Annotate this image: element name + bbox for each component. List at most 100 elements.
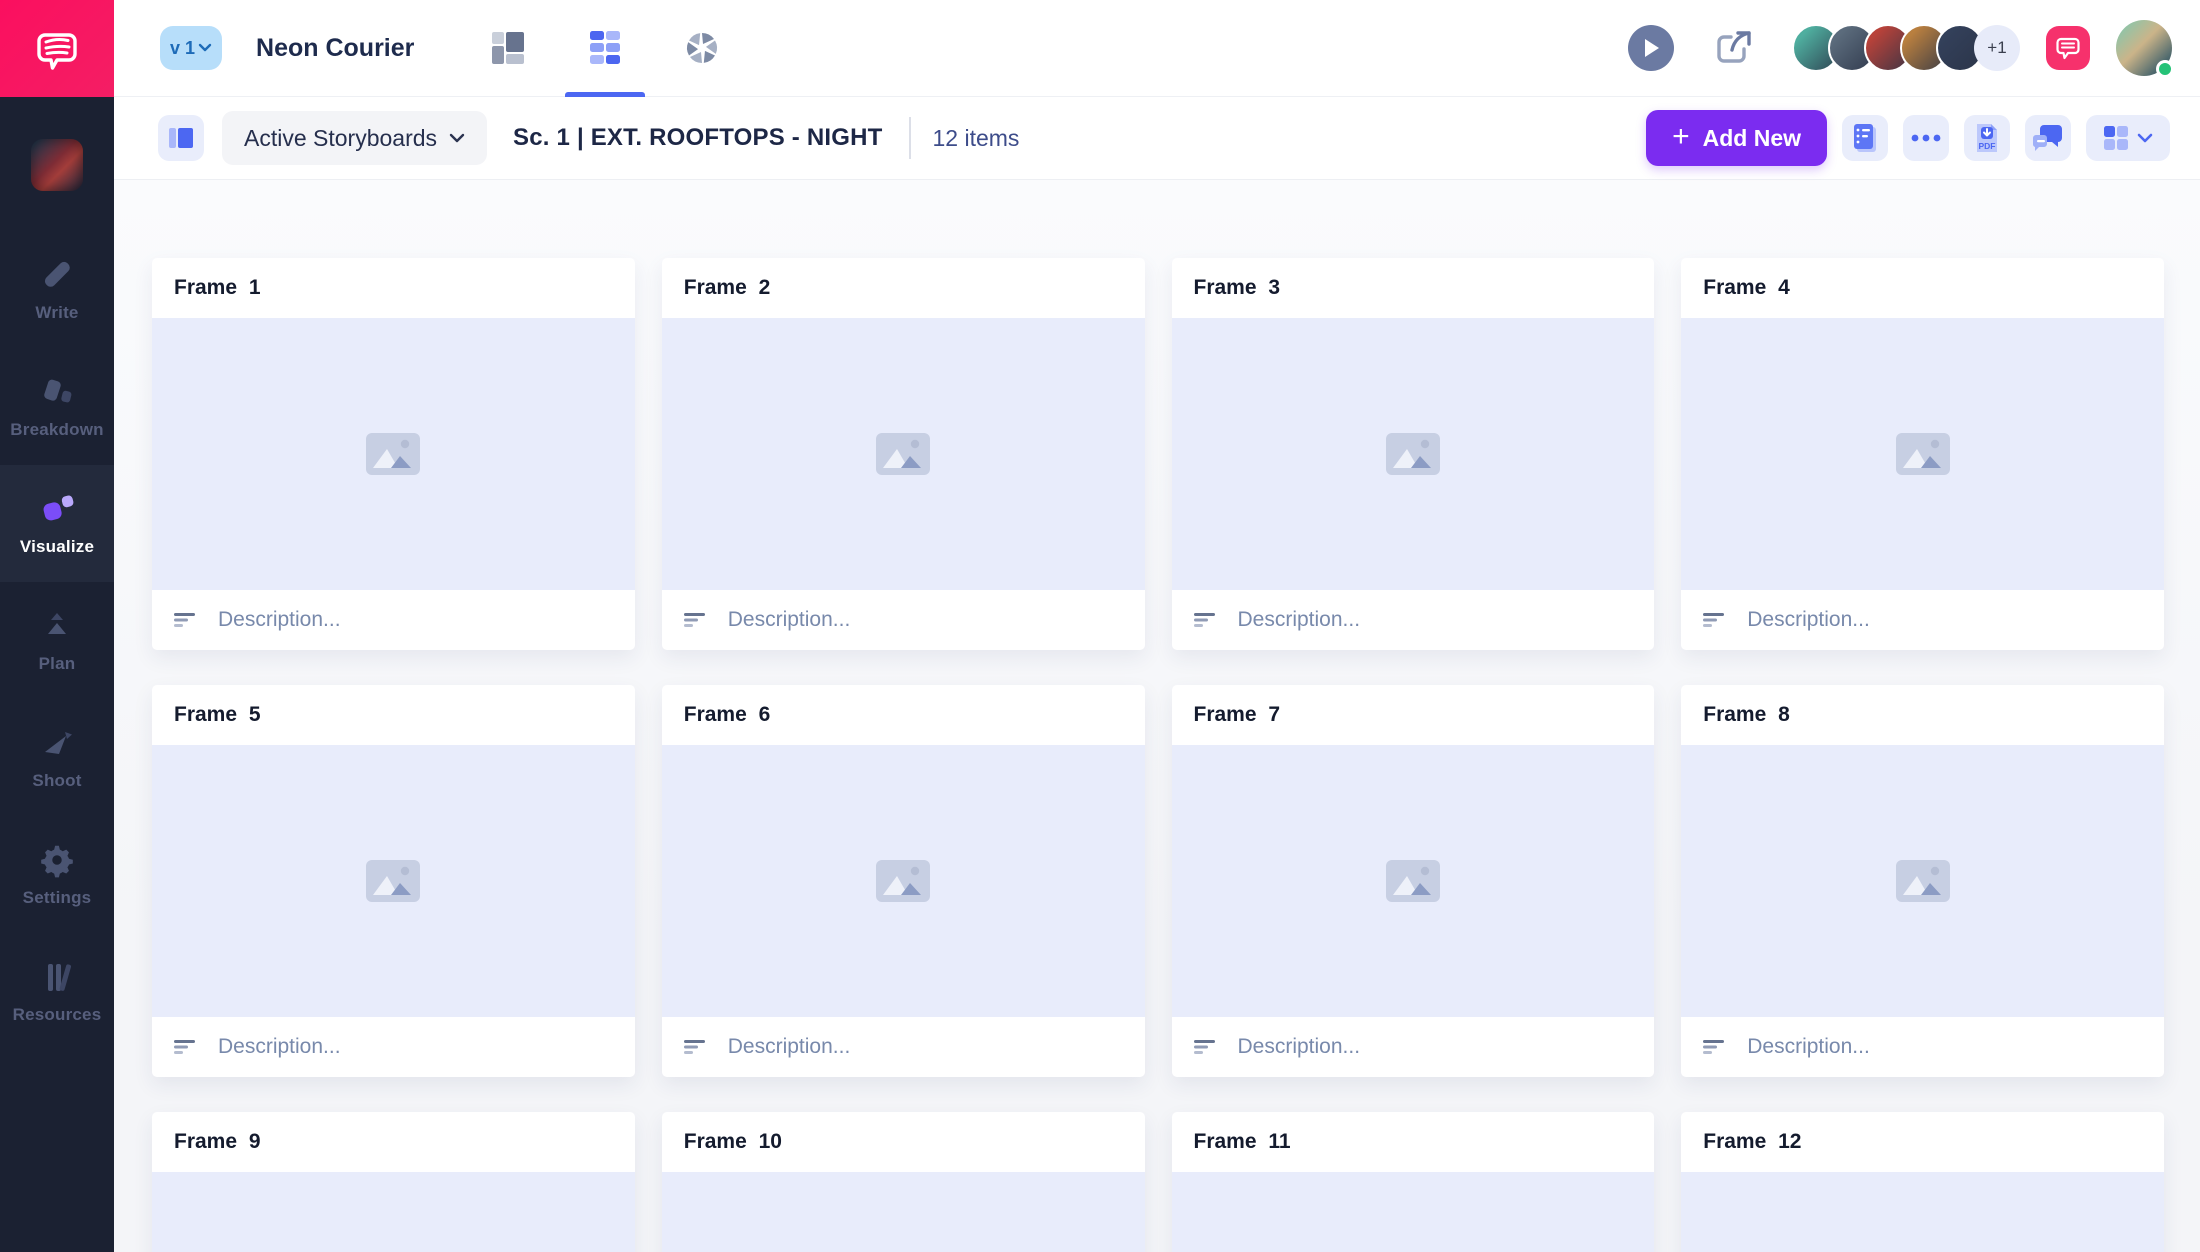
online-status-dot xyxy=(2156,60,2174,78)
frame-image-dropzone[interactable] xyxy=(152,745,635,1017)
items-count: 12 items xyxy=(933,125,1020,152)
toggle-panel-button[interactable] xyxy=(158,115,204,161)
shoot-icon xyxy=(39,725,75,761)
image-placeholder-icon xyxy=(1385,432,1441,476)
frame-image-dropzone[interactable] xyxy=(152,1172,635,1252)
frame-description-input[interactable] xyxy=(1745,607,2142,633)
notebook-list-icon xyxy=(1850,122,1880,154)
share-button[interactable] xyxy=(1712,26,1756,70)
frame-card-header: Frame 6 xyxy=(662,685,1145,745)
description-lines-icon xyxy=(1703,1039,1727,1055)
frame-image-dropzone[interactable] xyxy=(1681,1172,2164,1252)
view-switcher xyxy=(468,0,759,97)
frame-image-dropzone[interactable] xyxy=(662,745,1145,1017)
sidebar-nav: Write Breakdown Visualize Plan xyxy=(0,231,114,1050)
sidebar-item-label: Write xyxy=(35,303,78,323)
chevron-down-icon xyxy=(2137,133,2153,144)
notes-list-button[interactable] xyxy=(1842,115,1888,161)
add-new-button[interactable]: + Add New xyxy=(1646,110,1827,166)
frame-title: Frame 9 xyxy=(174,1130,261,1154)
frame-image-dropzone[interactable] xyxy=(152,318,635,590)
frame-image-dropzone[interactable] xyxy=(1681,745,2164,1017)
frame-image-dropzone[interactable] xyxy=(1681,318,2164,590)
project-thumbnail[interactable] xyxy=(31,139,83,191)
share-icon xyxy=(1713,27,1755,69)
frame-title: Frame 7 xyxy=(1194,703,1281,727)
sidebar-item-label: Plan xyxy=(39,654,76,674)
sidebar-item-label: Breakdown xyxy=(10,420,103,440)
frame-description-input[interactable] xyxy=(216,607,613,633)
sidebar-item-breakdown[interactable]: Breakdown xyxy=(0,348,114,465)
frame-title: Frame 12 xyxy=(1703,1130,1801,1154)
sidebar-item-shoot[interactable]: Shoot xyxy=(0,699,114,816)
storyboard-frame-card: Frame 1 xyxy=(152,258,635,650)
tab-shutter-view[interactable] xyxy=(662,0,742,97)
comments-button[interactable] xyxy=(2025,115,2071,161)
frame-description-input[interactable] xyxy=(1745,1034,2142,1060)
play-icon xyxy=(1641,37,1661,59)
layout-collage-icon xyxy=(490,30,526,66)
frame-description-row xyxy=(1681,1017,2164,1077)
avatar-overflow-badge[interactable]: +1 xyxy=(1974,25,2020,71)
frame-description-input[interactable] xyxy=(1236,607,1633,633)
header-right-actions: +1 xyxy=(1628,20,2172,76)
project-title: Neon Courier xyxy=(256,34,414,63)
tab-grid-view[interactable] xyxy=(565,0,645,97)
toolbar-divider xyxy=(909,117,911,159)
storyboard-content: Frame 1 Frame 2 xyxy=(114,180,2200,1252)
frame-description-input[interactable] xyxy=(216,1034,613,1060)
more-options-button[interactable] xyxy=(1903,115,1949,161)
sidebar-item-write[interactable]: Write xyxy=(0,231,114,348)
frame-card-header: Frame 7 xyxy=(1172,685,1655,745)
frame-image-dropzone[interactable] xyxy=(662,318,1145,590)
frame-description-input[interactable] xyxy=(1236,1034,1633,1060)
sidebar-item-label: Shoot xyxy=(32,771,81,791)
tab-board-layout-view[interactable] xyxy=(468,0,548,97)
sidebar-item-settings[interactable]: Settings xyxy=(0,816,114,933)
plan-icon xyxy=(39,608,75,644)
sidebar-item-resources[interactable]: Resources xyxy=(0,933,114,1050)
image-placeholder-icon xyxy=(1385,859,1441,903)
frame-card-header: Frame 12 xyxy=(1681,1112,2164,1172)
image-placeholder-icon xyxy=(365,432,421,476)
frame-title: Frame 1 xyxy=(174,276,261,300)
frame-image-dropzone[interactable] xyxy=(1172,1172,1655,1252)
frame-description-row xyxy=(152,1017,635,1077)
collaborator-avatars xyxy=(1792,24,1984,72)
frame-description-input[interactable] xyxy=(726,607,1123,633)
frame-title: Frame 10 xyxy=(684,1130,782,1154)
app-logo[interactable] xyxy=(0,0,114,97)
frame-title: Frame 8 xyxy=(1703,703,1790,727)
header: v 1 Neon Courier xyxy=(114,0,2200,97)
version-selector[interactable]: v 1 xyxy=(160,26,222,70)
sidebar-item-visualize[interactable]: Visualize xyxy=(0,465,114,582)
sidebar-item-plan[interactable]: Plan xyxy=(0,582,114,699)
speech-bubble-logo-icon xyxy=(30,22,84,76)
shutter-icon xyxy=(683,29,721,67)
storyboard-frame-card: Frame 9 xyxy=(152,1112,635,1252)
frame-description-input[interactable] xyxy=(726,1034,1123,1060)
frame-image-dropzone[interactable] xyxy=(1172,318,1655,590)
image-placeholder-icon xyxy=(875,859,931,903)
grid-view-icon xyxy=(589,30,621,66)
storyboard-selector-label: Active Storyboards xyxy=(244,125,437,152)
play-button[interactable] xyxy=(1628,25,1674,71)
user-profile-avatar[interactable] xyxy=(2116,20,2172,76)
storyboard-frame-card: Frame 5 xyxy=(152,685,635,1077)
storyboard-frame-card: Frame 6 xyxy=(662,685,1145,1077)
feedback-chat-button[interactable] xyxy=(2046,26,2090,70)
storyboard-frame-card: Frame 10 xyxy=(662,1112,1145,1252)
plus-icon: + xyxy=(1672,122,1690,152)
layout-options-button[interactable] xyxy=(2086,115,2170,161)
side-panel-icon xyxy=(168,125,194,151)
storyboard-selector[interactable]: Active Storyboards xyxy=(222,111,487,165)
sidebar: Write Breakdown Visualize Plan xyxy=(0,0,114,1252)
image-placeholder-icon xyxy=(875,432,931,476)
version-label: v 1 xyxy=(170,38,195,59)
frame-image-dropzone[interactable] xyxy=(662,1172,1145,1252)
chevron-down-icon xyxy=(449,133,465,144)
frame-image-dropzone[interactable] xyxy=(1172,745,1655,1017)
gear-icon xyxy=(39,842,75,878)
frame-description-row xyxy=(1172,1017,1655,1077)
export-pdf-button[interactable]: PDF xyxy=(1964,115,2010,161)
